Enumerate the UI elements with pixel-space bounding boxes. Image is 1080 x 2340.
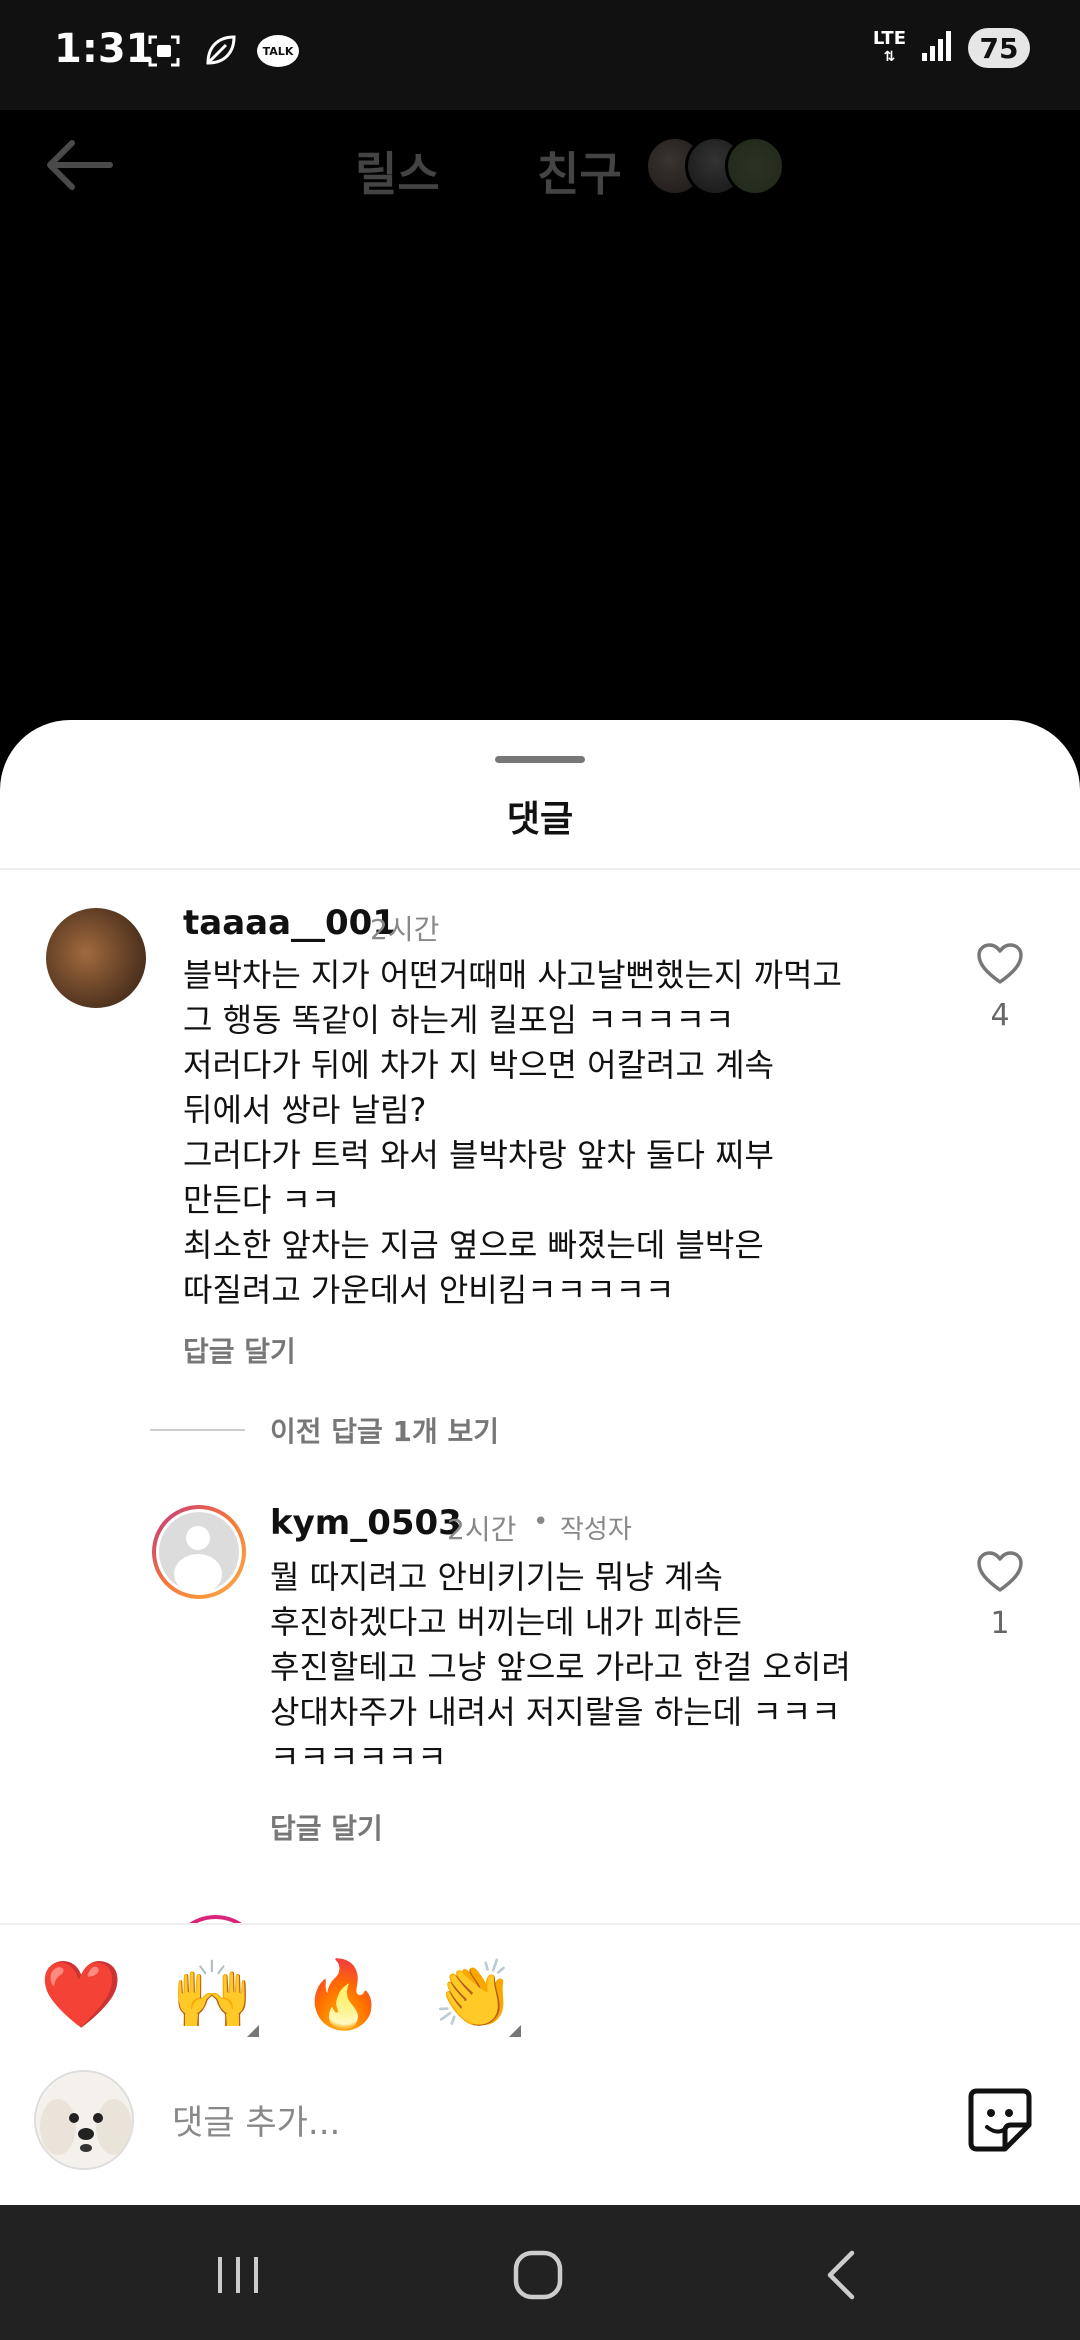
leaf-icon	[201, 32, 239, 70]
fire-emoji-button[interactable]: 🔥	[302, 1955, 384, 2035]
recent-apps-button[interactable]	[208, 2245, 268, 2305]
comment-username[interactable]: taaaa__001	[183, 903, 396, 943]
separator-dot: •	[533, 1507, 549, 1537]
avatar[interactable]	[152, 1505, 246, 1599]
reply-time: 2시간	[447, 1513, 517, 1546]
raising-hands-emoji-button[interactable]: 🙌	[171, 1955, 259, 2037]
back-icon	[827, 2250, 855, 2300]
like-button[interactable]: 4	[965, 942, 1035, 1033]
sticker-icon	[968, 2088, 1032, 2152]
comment-text: 블박차는 지가 어떤거때매 사고날뻔했는지 까먹고 그 행동 똑같이 하는게 킬…	[183, 956, 842, 1309]
view-replies-button[interactable]: 이전 답글 1개 보기	[270, 1410, 499, 1450]
home-button[interactable]	[508, 2245, 568, 2305]
reply-text: 뭘 따지려고 안비키기는 뭐냥 계속 후진하겠다고 버끼는데 내가 피하든 후진…	[270, 1558, 851, 1776]
status-right: LTE ⇅ 75	[873, 28, 1030, 68]
notification-icons: TALK	[145, 32, 299, 70]
tab-reels[interactable]: 릴스	[355, 138, 440, 204]
reply-button[interactable]: 답글 달기	[183, 1330, 296, 1370]
surprised-emoji-button[interactable]: 😮	[826, 1955, 906, 2035]
laughing-emoji-button[interactable]: 😂	[957, 1955, 1037, 2035]
comment-input[interactable]	[172, 2093, 872, 2153]
status-bar: 1:31 TALK LTE ⇅ 75	[0, 0, 1080, 110]
status-time: 1:31	[54, 26, 154, 72]
sticker-button[interactable]	[965, 2085, 1035, 2155]
heart-icon	[977, 1551, 1023, 1592]
skin-tone-indicator	[509, 2025, 521, 2037]
home-icon	[513, 2250, 563, 2300]
clapping-emoji-button[interactable]: 👏	[433, 1955, 521, 2037]
network-type: LTE ⇅	[872, 28, 906, 66]
kakaotalk-icon: TALK	[257, 35, 299, 67]
crying-emoji-button[interactable]: 😢	[564, 1955, 644, 2035]
back-arrow-icon[interactable]	[44, 138, 114, 192]
comment-time: 2시간	[370, 913, 440, 946]
divider	[0, 868, 1080, 870]
friend-avatar	[725, 136, 785, 196]
avatar[interactable]	[46, 908, 146, 1008]
screenshot-icon	[145, 32, 183, 70]
my-avatar	[34, 2070, 134, 2170]
reply-button[interactable]: 답글 달기	[270, 1807, 383, 1847]
emoji-quick-bar: ❤️ 🙌 🔥 👏 😢 😍 😮 😂	[0, 1923, 1080, 2063]
reels-top-nav: 릴스 친구	[0, 110, 1080, 220]
recents-icon	[218, 2257, 258, 2293]
system-nav-bar	[0, 2205, 1080, 2340]
sheet-title: 댓글	[506, 799, 574, 840]
tab-friends[interactable]: 친구	[537, 138, 622, 204]
like-count: 4	[990, 998, 1010, 1033]
heart-eyes-emoji-button[interactable]: 😍	[695, 1955, 775, 2035]
heart-icon	[977, 943, 1023, 984]
signal-icon	[920, 29, 954, 67]
divider	[150, 1429, 245, 1431]
friend-avatars[interactable]	[645, 136, 785, 196]
like-count: 1	[990, 1606, 1010, 1641]
heart-emoji-button[interactable]: ❤️	[40, 1955, 122, 2035]
battery-indicator: 75	[968, 28, 1030, 68]
back-button[interactable]	[812, 2245, 872, 2305]
skin-tone-indicator	[247, 2025, 259, 2037]
author-badge: 작성자	[560, 1515, 632, 1545]
reply-username[interactable]: kym_0503	[270, 1503, 462, 1543]
comment-input-row	[0, 2063, 1080, 2205]
drag-handle[interactable]	[495, 756, 585, 763]
like-button[interactable]: 1	[965, 1550, 1035, 1641]
